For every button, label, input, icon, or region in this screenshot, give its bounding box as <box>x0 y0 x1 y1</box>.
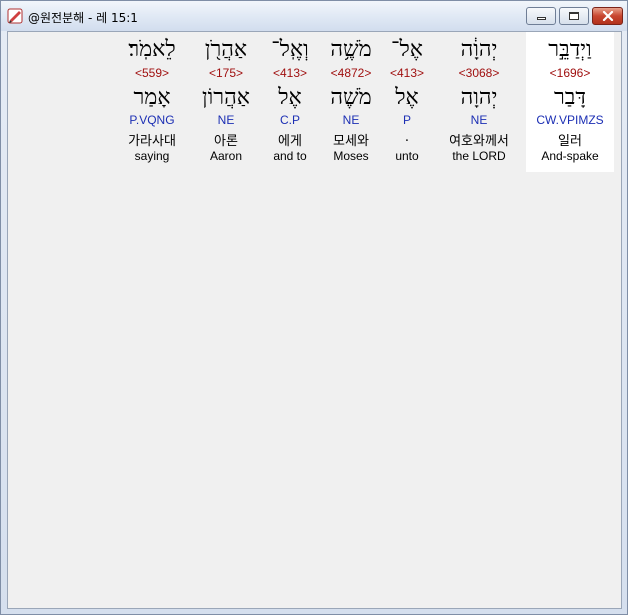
korean-gloss: 모세와 <box>333 134 369 149</box>
english-gloss: saying <box>134 149 170 163</box>
korean-gloss: 가라사대 <box>128 134 176 149</box>
minimize-button[interactable] <box>526 7 556 25</box>
english-gloss: And-spake <box>541 149 599 163</box>
korean-gloss: 일러 <box>558 134 582 149</box>
morphology-code: P <box>402 113 411 127</box>
strong-number[interactable]: <559> <box>114 66 190 80</box>
hebrew-word: אַהֲרֹ֖ן <box>204 37 248 62</box>
maximize-icon <box>569 12 579 20</box>
hebrew-word: וַיְדַבֵּ֣ר <box>548 37 592 62</box>
hebrew-word: אֶל־ <box>391 37 423 62</box>
korean-gloss: 아론 <box>214 134 238 149</box>
strong-number[interactable]: <413> <box>384 66 430 80</box>
strong-number[interactable]: <4872> <box>322 66 380 80</box>
app-icon <box>7 8 23 24</box>
morphology-code: C.P <box>279 113 300 127</box>
korean-gloss: 에게 <box>278 134 302 149</box>
hebrew-lemma: יְהוָה <box>460 85 498 110</box>
english-gloss: unto <box>395 149 419 163</box>
title-bar[interactable]: @원전분해 - 레 15:1 <box>1 1 627 31</box>
app-window: @원전분해 - 레 15:1 לֵאמֹֽר׃ <559> אָמַר P.VQ… <box>0 0 628 615</box>
minimize-icon <box>536 17 546 20</box>
hebrew-lemma: דָּבַר <box>554 85 586 110</box>
english-gloss: the LORD <box>452 149 506 163</box>
hebrew-lemma: מֹשֶׁה <box>330 85 372 110</box>
hebrew-word: וְאֶֽל־ <box>271 37 309 62</box>
word-column[interactable]: אֶל־ <413> אֶל P . unto <box>384 32 430 172</box>
korean-gloss: 여호와께서 <box>449 134 509 149</box>
word-column[interactable]: וְאֶֽל־ <413> אֶל C.P 에게 and to <box>262 32 318 172</box>
word-analysis-panel: לֵאמֹֽר׃ <559> אָמַר P.VQNG 가라사대 saying … <box>7 31 622 609</box>
maximize-button[interactable] <box>559 7 589 25</box>
morphology-code: NE <box>470 113 488 127</box>
strong-number[interactable]: <1696> <box>526 66 614 80</box>
korean-gloss: . <box>404 130 410 145</box>
english-gloss: and to <box>273 149 307 163</box>
hebrew-lemma: אָמַר <box>133 85 171 110</box>
morphology-code: NE <box>342 113 360 127</box>
hebrew-word: מֹשֶׁ֥ה <box>330 37 372 62</box>
morphology-code: CW.VPIMZS <box>536 113 604 127</box>
close-button[interactable] <box>592 7 623 25</box>
word-column[interactable]: אַהֲרֹ֖ן <175> אַהֲרוֹן NE 아론 Aaron <box>194 32 258 172</box>
hebrew-word: יְהוָ֔ה <box>460 37 498 62</box>
word-column[interactable]: לֵאמֹֽר׃ <559> אָמַר P.VQNG 가라사대 saying <box>114 32 190 172</box>
word-column-selected[interactable]: וַיְדַבֵּ֣ר <1696> דָּבַר CW.VPIMZS 일러 A… <box>526 32 614 172</box>
strong-number[interactable]: <413> <box>262 66 318 80</box>
english-gloss: Aaron <box>209 149 243 163</box>
word-column[interactable]: מֹשֶׁ֥ה <4872> מֹשֶׁה NE 모세와 Moses <box>322 32 380 172</box>
hebrew-word: לֵאמֹֽר׃ <box>128 37 176 62</box>
english-gloss: Moses <box>333 149 369 163</box>
hebrew-lemma: אֶל <box>278 85 302 110</box>
morphology-code: NE <box>217 113 235 127</box>
hebrew-lemma: אֶל <box>395 85 419 110</box>
hebrew-lemma: אַהֲרוֹן <box>202 85 250 110</box>
window-title: @원전분해 - 레 15:1 <box>28 11 138 25</box>
morphology-code: P.VQNG <box>129 113 175 127</box>
strong-number[interactable]: <3068> <box>434 66 524 80</box>
strong-number[interactable]: <175> <box>194 66 258 80</box>
close-icon <box>602 11 613 21</box>
word-column[interactable]: יְהוָ֔ה <3068> יְהוָה NE 여호와께서 the LORD <box>434 32 524 172</box>
